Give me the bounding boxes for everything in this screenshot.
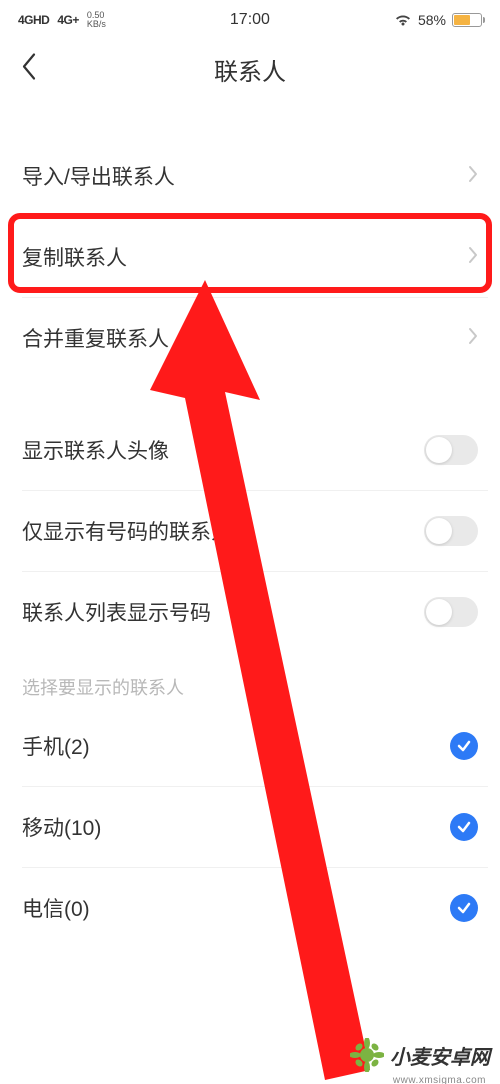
- wifi-icon: [394, 13, 412, 27]
- source-phone-row[interactable]: 手机(2): [0, 706, 500, 786]
- show-number-list-label: 联系人列表显示号码: [22, 597, 211, 627]
- chevron-right-icon: [468, 246, 478, 269]
- merge-duplicates-row[interactable]: 合并重复联系人: [0, 298, 500, 378]
- watermark-url: www.xmsigma.com: [393, 1075, 486, 1084]
- status-right: 58%: [394, 12, 482, 28]
- toggle-off-icon[interactable]: [424, 516, 478, 546]
- back-button[interactable]: [12, 44, 46, 95]
- section-header: 选择要显示的联系人: [0, 652, 500, 706]
- source-phone-label: 手机(2): [22, 731, 90, 761]
- show-avatar-row[interactable]: 显示联系人头像: [0, 410, 500, 490]
- battery-percent: 58%: [418, 12, 446, 28]
- nav-bar: 联系人: [0, 40, 500, 98]
- watermark-text: 小麦安卓网: [390, 1041, 490, 1070]
- chevron-right-icon: [468, 327, 478, 350]
- import-export-label: 导入/导出联系人: [22, 161, 175, 191]
- net-speed: 0.50 KB/s: [87, 11, 106, 29]
- source-telecom-row[interactable]: 电信(0): [0, 868, 500, 948]
- show-avatar-label: 显示联系人头像: [22, 435, 169, 465]
- merge-duplicates-label: 合并重复联系人: [22, 323, 169, 353]
- checkmark-circle-icon: [450, 813, 478, 841]
- battery-icon: [452, 13, 482, 27]
- source-telecom-label: 电信(0): [22, 893, 90, 923]
- source-mobile-row[interactable]: 移动(10): [0, 787, 500, 867]
- source-mobile-label: 移动(10): [22, 812, 101, 842]
- clock: 17:00: [230, 11, 270, 29]
- copy-contacts-row[interactable]: 复制联系人: [0, 217, 500, 297]
- toggle-off-icon[interactable]: [424, 435, 478, 465]
- copy-contacts-label: 复制联系人: [22, 242, 127, 272]
- page-title: 联系人: [214, 52, 286, 87]
- watermark: 小麦安卓网: [350, 1038, 490, 1072]
- show-number-list-row[interactable]: 联系人列表显示号码: [0, 572, 500, 652]
- checkmark-circle-icon: [450, 732, 478, 760]
- only-with-number-row[interactable]: 仅显示有号码的联系人: [0, 491, 500, 571]
- content: 导入/导出联系人 复制联系人 合并重复联系人 显示联系人头像 仅显示有号码的联系…: [0, 98, 500, 948]
- checkmark-circle-icon: [450, 894, 478, 922]
- import-export-row[interactable]: 导入/导出联系人: [0, 136, 500, 216]
- chevron-right-icon: [468, 165, 478, 188]
- status-bar: 4GHD 4G+ 0.50 KB/s 17:00 58%: [0, 0, 500, 40]
- signal-1: 4GHD: [18, 13, 49, 27]
- only-with-number-label: 仅显示有号码的联系人: [22, 516, 232, 546]
- status-left: 4GHD 4G+ 0.50 KB/s: [18, 11, 106, 29]
- watermark-logo-icon: [350, 1038, 384, 1072]
- toggle-off-icon[interactable]: [424, 597, 478, 627]
- signal-2: 4G+: [57, 13, 79, 27]
